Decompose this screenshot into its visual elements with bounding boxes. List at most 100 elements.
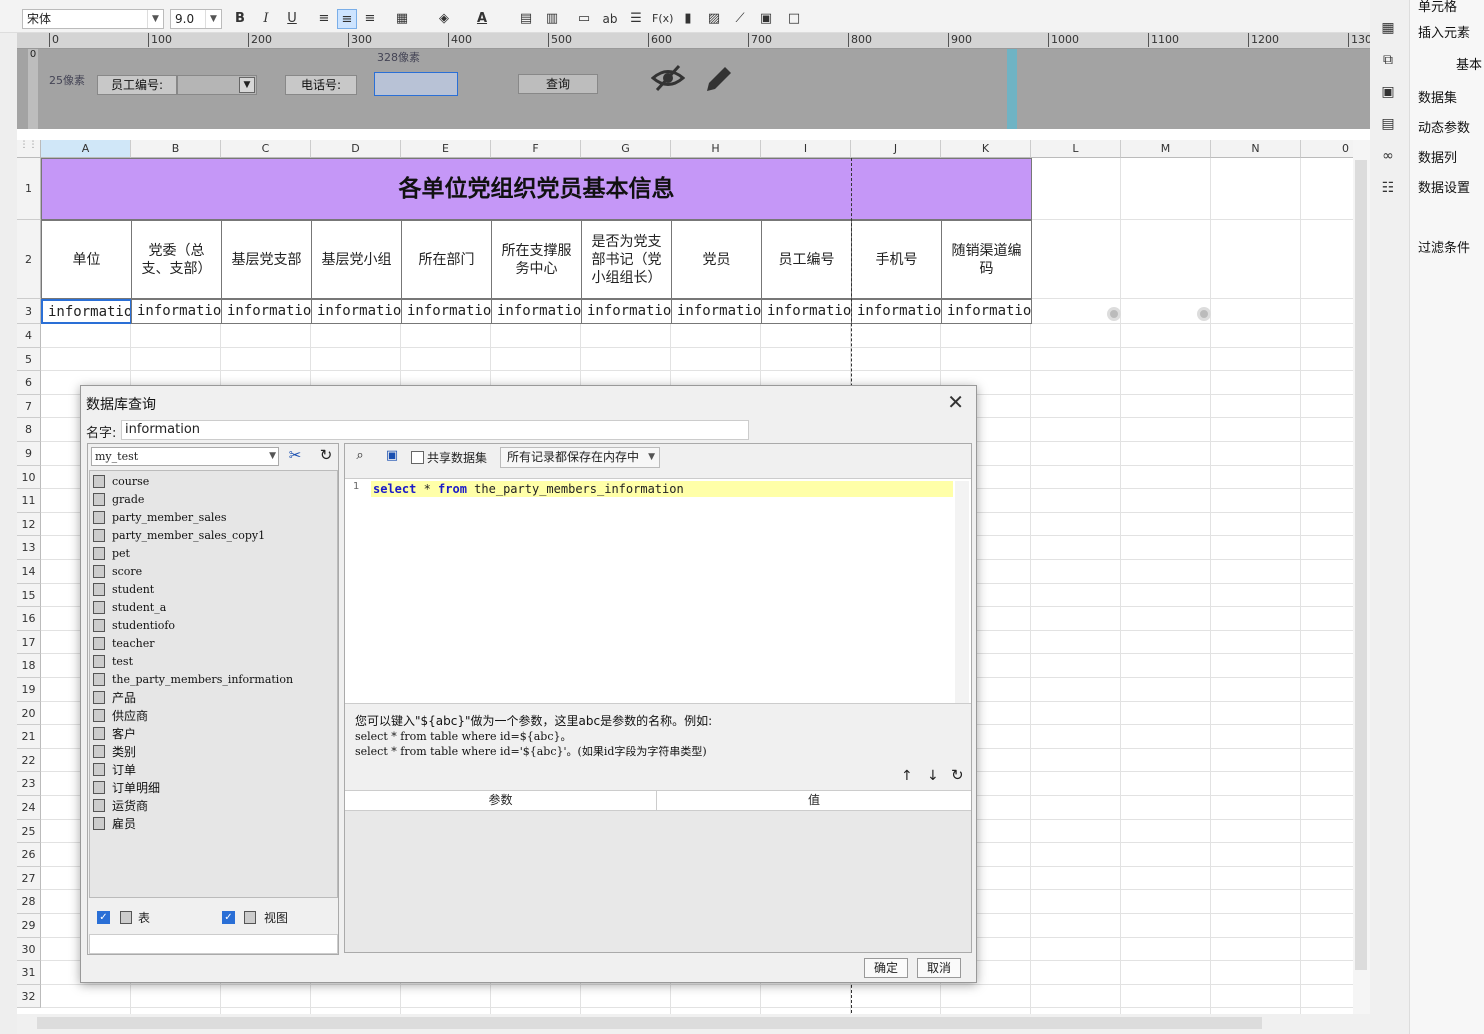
table-list-item[interactable]: test xyxy=(93,652,133,670)
row-header[interactable]: 17 xyxy=(17,630,41,655)
phone-field[interactable] xyxy=(374,72,458,96)
query-button[interactable]: 查询 xyxy=(518,74,598,94)
data-cell[interactable]: informatio xyxy=(131,299,222,324)
align-left-icon[interactable]: ≡ xyxy=(314,9,334,29)
table-list-item[interactable]: the_party_members_information xyxy=(93,670,293,688)
row-header[interactable]: 27 xyxy=(17,866,41,891)
column-header[interactable]: J xyxy=(851,140,941,158)
row-header[interactable]: 9 xyxy=(17,442,41,466)
column-header[interactable]: H xyxy=(671,140,761,158)
table-filter-input[interactable] xyxy=(89,934,338,954)
editor-scrollbar[interactable] xyxy=(955,481,969,703)
panel-item-cell[interactable]: 单元格 xyxy=(1418,0,1457,15)
close-icon[interactable]: ✕ xyxy=(947,390,964,414)
dynamic-param-icon[interactable]: ▤ xyxy=(1378,114,1398,134)
row-header[interactable]: 30 xyxy=(17,937,41,962)
data-cell[interactable]: informatio xyxy=(401,299,492,324)
row-header[interactable]: 24 xyxy=(17,796,41,820)
header-cell[interactable]: 基层党小组 xyxy=(311,220,402,299)
row-header[interactable]: 6 xyxy=(17,371,41,395)
header-cell[interactable]: 所在支撑服务中心 xyxy=(491,220,582,299)
ok-button[interactable]: 确定 xyxy=(864,958,908,978)
row-header[interactable]: 16 xyxy=(17,607,41,631)
row-header[interactable]: 32 xyxy=(17,984,41,1009)
align-center-icon[interactable]: ≡ xyxy=(337,9,357,29)
slash-icon[interactable]: ⟋ xyxy=(730,9,750,29)
column-header[interactable]: 0 xyxy=(1301,140,1353,158)
table-list-item[interactable]: teacher xyxy=(93,634,155,652)
link-icon[interactable]: ∞ xyxy=(1378,146,1398,166)
header-cell[interactable]: 员工编号 xyxy=(761,220,852,299)
row-header[interactable]: 3 xyxy=(17,299,41,324)
row-header[interactable]: 25 xyxy=(17,819,41,844)
column-header[interactable]: L xyxy=(1031,140,1121,158)
data-cell[interactable]: informatio xyxy=(41,299,132,324)
data-cell[interactable]: informatio xyxy=(221,299,312,324)
row-header[interactable]: 14 xyxy=(17,560,41,584)
table-list-item[interactable]: score xyxy=(93,562,142,580)
row-header[interactable]: 19 xyxy=(17,678,41,702)
font-color-icon[interactable]: A xyxy=(472,9,492,29)
column-header[interactable]: G xyxy=(581,140,671,158)
row-header[interactable]: 26 xyxy=(17,843,41,867)
save-icon[interactable]: ▣ xyxy=(383,448,401,466)
employee-combo[interactable]: ▼ xyxy=(177,75,257,95)
name-input[interactable]: information xyxy=(121,420,749,440)
sql-editor[interactable]: 1 select * from the_party_members_inform… xyxy=(345,478,971,704)
column-header[interactable]: I xyxy=(761,140,851,158)
table-list-item[interactable]: 运货商 xyxy=(93,796,148,814)
panel-item-dynamic-param[interactable]: 动态参数 xyxy=(1418,117,1470,136)
database-select[interactable]: my_test ▼ xyxy=(91,447,279,466)
scroll-thumb[interactable] xyxy=(1355,160,1367,970)
dataset-icon[interactable]: ▣ xyxy=(1378,82,1398,102)
row-header[interactable]: 18 xyxy=(17,654,41,678)
panel-item-basic[interactable]: 基本 xyxy=(1456,54,1482,73)
table-list-item[interactable]: 产品 xyxy=(93,688,136,706)
table-list-item[interactable]: grade xyxy=(93,490,144,508)
split-cells-icon[interactable]: ▥ xyxy=(542,9,562,29)
row-header[interactable]: 10 xyxy=(17,465,41,490)
horizontal-scrollbar[interactable] xyxy=(17,1014,1370,1034)
table-list[interactable]: course grade party_member_sales party_membe… xyxy=(89,470,338,898)
data-cell[interactable]: informatio xyxy=(941,299,1032,324)
row-header[interactable]: 1 xyxy=(17,158,41,220)
row-header[interactable]: 11 xyxy=(17,489,41,513)
table-list-item[interactable]: 类别 xyxy=(93,742,136,760)
eye-off-icon[interactable] xyxy=(650,63,686,93)
image-icon[interactable]: ▨ xyxy=(704,9,724,29)
column-header[interactable]: N xyxy=(1211,140,1301,158)
column-header[interactable]: E xyxy=(401,140,491,158)
preview-icon[interactable]: ⌕ xyxy=(351,448,369,466)
row-header[interactable]: 2 xyxy=(17,220,41,299)
header-cell[interactable]: 党委（总支、支部） xyxy=(131,220,222,299)
data-cell[interactable]: informatio xyxy=(581,299,672,324)
row-header[interactable]: 13 xyxy=(17,536,41,560)
scroll-thumb[interactable] xyxy=(37,1017,1262,1029)
panel-item-filter[interactable]: 过滤条件 xyxy=(1418,237,1470,256)
table-list-item[interactable]: student xyxy=(93,580,154,598)
column-header[interactable]: C xyxy=(221,140,311,158)
header-cell[interactable]: 单位 xyxy=(41,220,132,299)
table-list-item[interactable]: student_a xyxy=(93,598,166,616)
font-family-select[interactable]: 宋体 ▼ xyxy=(22,9,164,29)
row-header[interactable]: 28 xyxy=(17,890,41,914)
row-header[interactable]: 20 xyxy=(17,701,41,726)
show-tables-checkbox[interactable]: ✓ xyxy=(97,911,110,924)
column-header[interactable]: K xyxy=(941,140,1031,158)
header-cell[interactable]: 基层党支部 xyxy=(221,220,312,299)
select-all-corner[interactable]: ⋮⋮ xyxy=(17,140,41,158)
column-header[interactable]: D xyxy=(311,140,401,158)
connection-settings-icon[interactable]: ✂ xyxy=(285,446,305,466)
table-list-item[interactable]: 供应商 xyxy=(93,706,148,724)
row-header[interactable]: 15 xyxy=(17,583,41,608)
panel-item-insert-element[interactable]: 插入元素 xyxy=(1418,22,1470,41)
row-header[interactable]: 22 xyxy=(17,748,41,773)
fill-color-icon[interactable]: ◈ xyxy=(434,9,454,29)
formula-button[interactable]: F(x) xyxy=(652,9,673,29)
row-header[interactable]: 12 xyxy=(17,512,41,537)
data-cell[interactable]: informatio xyxy=(851,299,942,324)
data-cell[interactable]: informatio xyxy=(311,299,402,324)
data-cell[interactable]: informatio xyxy=(671,299,762,324)
table-list-item[interactable]: 客户 xyxy=(93,724,136,742)
merge-cells-icon[interactable]: ▤ xyxy=(516,9,536,29)
